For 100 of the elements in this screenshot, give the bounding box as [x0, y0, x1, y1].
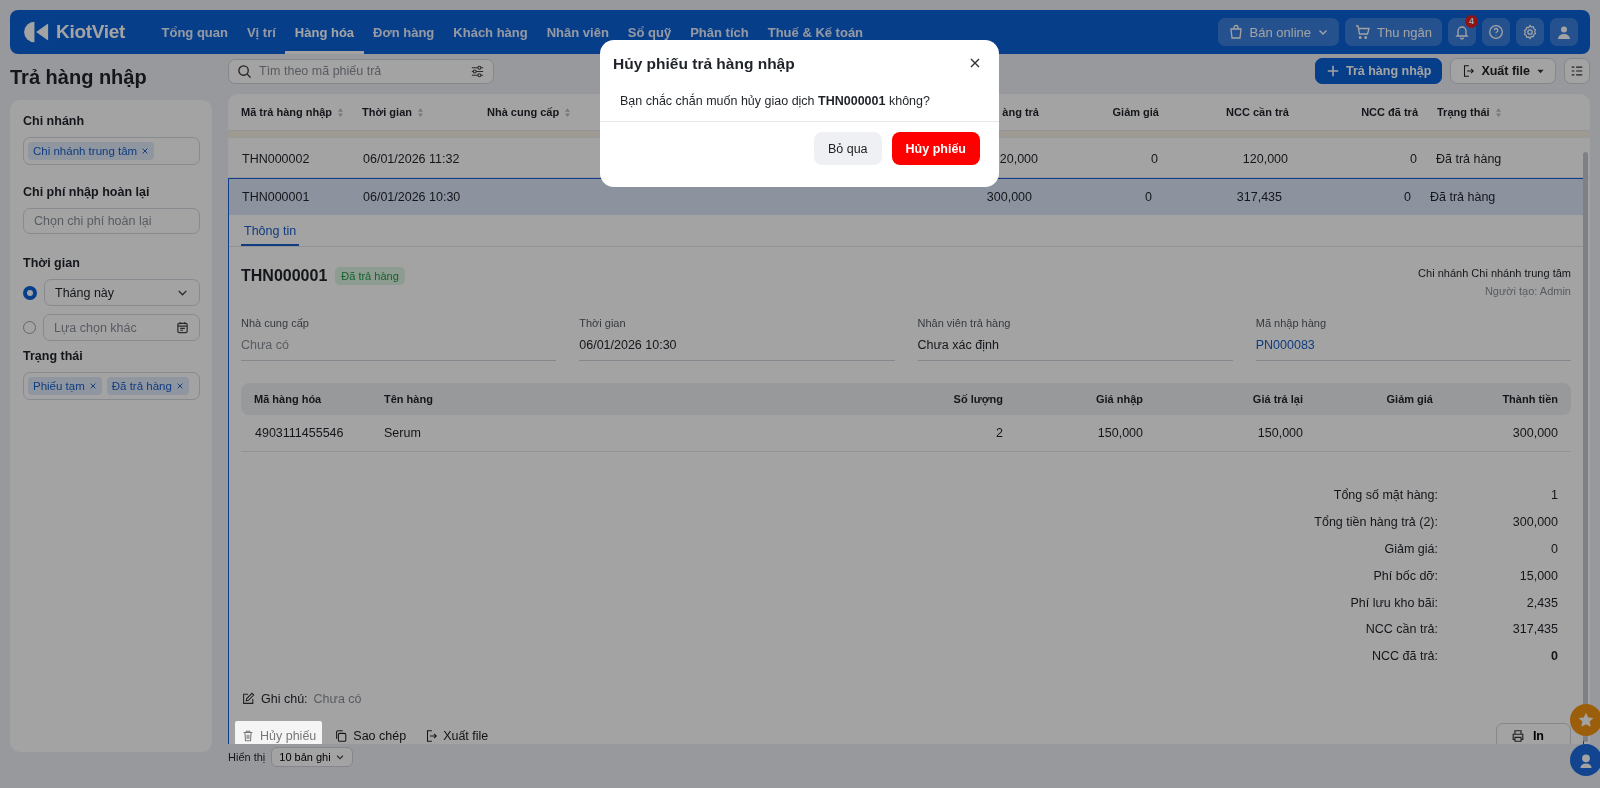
help-icon [1488, 24, 1504, 40]
column-header[interactable]: Mã trả hàng nhập [241, 106, 333, 118]
column-header[interactable]: Nhà cung cấp [487, 106, 560, 118]
status-badge: Đã trả hàng [335, 267, 405, 285]
summary-label: NCC cần trả: [1364, 622, 1438, 637]
add-return-button[interactable]: Trả hàng nhập [1314, 58, 1443, 84]
user-avatar-icon [1556, 24, 1572, 40]
return-code: THN000001 [241, 267, 328, 285]
page-size-select[interactable]: 10 bản ghi [271, 747, 353, 767]
nav-link[interactable]: Hàng hóa [285, 10, 364, 54]
filter-label: Chi phí nhập hoàn lại [23, 185, 151, 199]
print-button[interactable]: In [1495, 722, 1571, 744]
branch-select[interactable]: Chi nhánh trung tâm [23, 137, 200, 165]
filter-tag[interactable]: Phiếu tạm [28, 377, 102, 395]
table-cell: 150,000 [1097, 426, 1143, 440]
summary-label: NCC đã trả: [1371, 649, 1438, 664]
bell-icon [1454, 24, 1470, 40]
import-code-link[interactable]: PN000083 [1255, 338, 1315, 352]
action-button[interactable]: Xuất file [418, 720, 495, 744]
chevron-down-icon [334, 752, 345, 762]
support-button[interactable] [1570, 744, 1600, 776]
column-header: Giá nhập [1095, 393, 1143, 405]
column-header[interactable]: Trạng thái [1437, 106, 1490, 118]
search-icon [237, 63, 252, 79]
export-icon [424, 728, 439, 743]
column-header: Giá trả lại [1252, 393, 1303, 405]
summary-value: 300,000 [1511, 515, 1558, 530]
remove-icon[interactable] [175, 382, 184, 390]
field-label: Nhà cung cấp [241, 317, 310, 329]
tab[interactable]: Thông tin [241, 215, 300, 246]
summary-label: Tổng tiền hàng trả (2): [1313, 515, 1438, 530]
export-file-button[interactable]: Xuất file [1450, 58, 1556, 84]
nav-link[interactable]: Vị trí [237, 10, 286, 54]
settings-icon [1522, 24, 1538, 40]
favorite-button[interactable] [1570, 704, 1600, 736]
note-value: Chưa có [313, 691, 362, 706]
column-layout-button[interactable] [1564, 58, 1590, 84]
filter-sliders-icon[interactable] [470, 63, 485, 79]
filter-tag[interactable]: Chi nhánh trung tâm [28, 142, 155, 160]
filter-tag[interactable]: Đã trả hàng [106, 377, 189, 395]
printer-icon [1510, 728, 1525, 743]
table-cell: 0 [1145, 190, 1152, 204]
action-button[interactable]: Hủy phiếu [235, 720, 323, 744]
column-header: Giảm giá [1386, 393, 1433, 405]
edit-icon[interactable] [241, 691, 255, 706]
cost-select-field[interactable]: Chọn chi phí hoàn lại [23, 208, 200, 234]
nav-link[interactable]: Nhân viên [537, 10, 619, 54]
table-cell: THN000001 [242, 190, 310, 204]
remove-icon[interactable] [88, 382, 97, 390]
notification-badge: 4 [1465, 15, 1478, 28]
field-label: Thời gian [579, 317, 627, 329]
close-icon [969, 57, 981, 69]
column-header[interactable]: àng trả [1002, 106, 1039, 118]
dismiss-button[interactable]: Bỏ qua [813, 132, 882, 165]
field-label: Nhân viên trả hàng [917, 317, 1012, 329]
table-cell: 300,000 [986, 190, 1032, 204]
status-select[interactable]: Phiếu tạm Đã trả hàng [23, 372, 200, 400]
field-value: Chưa có [241, 338, 289, 352]
summary-label: Phí bốc dỡ: [1372, 568, 1438, 583]
filter-label: Thời gian [23, 256, 81, 270]
remove-icon[interactable] [141, 147, 150, 155]
support-agent-icon [1577, 751, 1595, 769]
action-button[interactable]: Sao chép [328, 720, 413, 744]
period-select[interactable]: Tháng này [44, 279, 200, 306]
table-cell: 300,000 [1512, 426, 1558, 440]
summary-value: 1 [1550, 488, 1558, 503]
summary-value: 317,435 [1511, 622, 1558, 637]
nav-link[interactable]: Khách hàng [443, 10, 538, 54]
field-value: Chưa xác định [917, 338, 999, 352]
table-cell: Đã trả hàng [1436, 152, 1502, 166]
column-header[interactable]: Thời gian [362, 106, 412, 118]
table-cell: 150,000 [1257, 426, 1303, 440]
summary-value: 0 [1550, 649, 1558, 664]
search-field[interactable]: Tìm theo mã phiếu trả [228, 58, 494, 84]
nav-link[interactable]: Tổng quan [152, 10, 238, 54]
table-cell: Serum [384, 426, 421, 440]
logo-text: KiotViet [56, 21, 126, 43]
dialog-message: Bạn chắc chắn muốn hủy giao dịch THN000001 không? [620, 94, 931, 110]
column-header: Tên hàng [384, 393, 433, 405]
field-label: Mã nhập hàng [1255, 317, 1328, 329]
column-header[interactable]: NCC cần trả [1226, 106, 1289, 118]
copy-icon [334, 728, 349, 743]
summary-label: Tổng số mặt hàng: [1332, 488, 1438, 503]
page-size-label: Hiển thị [228, 751, 266, 763]
branch-text: Chi nhánh Chi nhánh trung tâm [1418, 267, 1571, 279]
radio-button[interactable] [23, 321, 36, 334]
column-header: Số lượng [953, 393, 1003, 405]
nav-link[interactable]: Đơn hàng [363, 10, 444, 54]
confirm-cancel-button[interactable]: Hủy phiếu [891, 132, 980, 165]
summary-value: 15,000 [1518, 568, 1558, 583]
table-cell: THN000002 [242, 152, 310, 166]
date-range-field[interactable]: Lựa chọn khác [43, 314, 200, 341]
filter-label: Trạng thái [23, 349, 84, 363]
table-cell: 0 [1410, 152, 1417, 166]
radio-button[interactable] [23, 285, 37, 300]
column-header[interactable]: Giảm giá [1112, 106, 1159, 118]
logo-icon [24, 20, 50, 44]
table-cell: 06/01/2026 11:32 [363, 152, 460, 166]
plus-icon [1325, 64, 1340, 78]
column-header[interactable]: NCC đã trả [1361, 106, 1418, 118]
